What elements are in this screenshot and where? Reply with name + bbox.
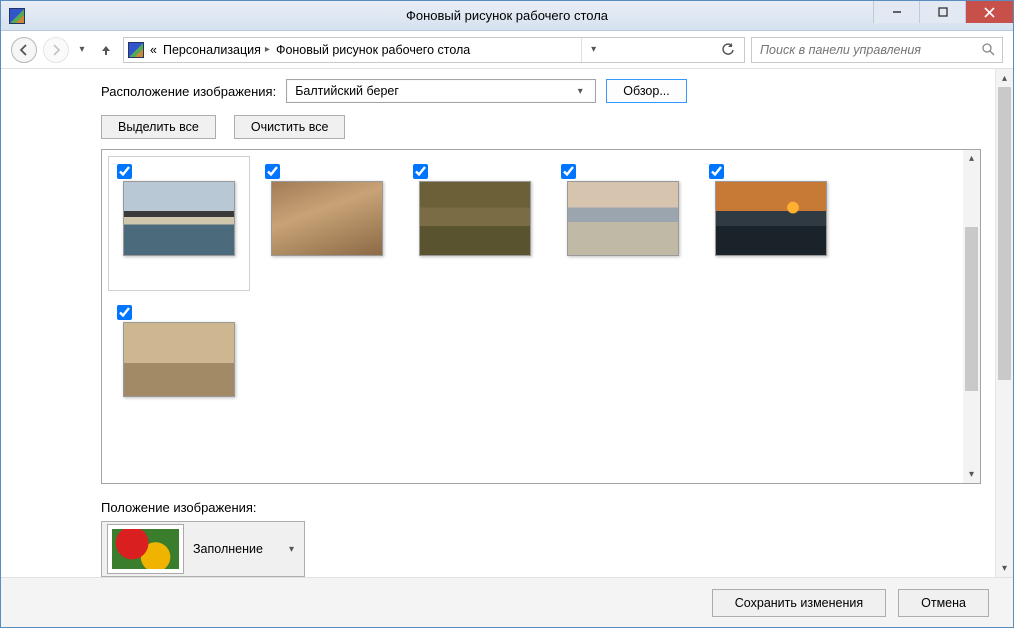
wallpaper-checkbox[interactable] — [561, 164, 576, 179]
address-bar[interactable]: « Персонализация ▸ Фоновый рисунок рабоч… — [123, 37, 745, 63]
chevron-right-icon: ▸ — [265, 44, 270, 55]
up-button[interactable] — [95, 39, 117, 61]
location-value: Балтийский берег — [295, 84, 399, 98]
breadcrumb-item[interactable]: Персонализация ▸ — [163, 43, 270, 57]
search-input[interactable] — [758, 42, 980, 58]
main-panel: Расположение изображения: Балтийский бер… — [1, 69, 995, 577]
position-preview-icon — [108, 525, 183, 573]
location-icon — [128, 42, 144, 58]
wallpaper-thumbnail — [715, 181, 827, 256]
address-dropdown[interactable]: ▾ — [581, 37, 605, 63]
position-value: Заполнение — [193, 542, 263, 556]
forward-button[interactable] — [43, 37, 69, 63]
location-row: Расположение изображения: Балтийский бер… — [101, 79, 981, 103]
wallpaper-tile[interactable] — [700, 156, 842, 291]
scroll-thumb[interactable] — [965, 227, 978, 391]
window: Фоновый рисунок рабочего стола ▾ — [0, 0, 1014, 628]
scroll-down-icon[interactable]: ▾ — [996, 559, 1013, 577]
save-button[interactable]: Сохранить изменения — [712, 589, 886, 617]
search-box[interactable] — [751, 37, 1003, 63]
wallpaper-checkbox[interactable] — [413, 164, 428, 179]
chevron-down-icon: ▾ — [289, 544, 294, 555]
navbar: ▾ « Персонализация ▸ Фоновый рисунок раб… — [1, 31, 1013, 69]
wallpaper-tile[interactable] — [108, 156, 250, 291]
clear-all-button[interactable]: Очистить все — [234, 115, 346, 139]
gallery-grid — [102, 150, 963, 483]
browse-button[interactable]: Обзор... — [606, 79, 687, 103]
content: Расположение изображения: Балтийский бер… — [1, 69, 1013, 577]
selection-row: Выделить все Очистить все — [101, 115, 981, 139]
footer: Сохранить изменения Отмена — [1, 577, 1013, 627]
scroll-down-icon[interactable]: ▾ — [963, 466, 980, 483]
cancel-button[interactable]: Отмена — [898, 589, 989, 617]
wallpaper-checkbox[interactable] — [265, 164, 280, 179]
chevron-down-icon: ▾ — [571, 86, 589, 97]
window-title: Фоновый рисунок рабочего стола — [1, 8, 1013, 23]
wallpaper-checkbox[interactable] — [117, 164, 132, 179]
gallery: ▴ ▾ — [101, 149, 981, 484]
position-label: Положение изображения: — [101, 500, 981, 515]
wallpaper-thumbnail — [419, 181, 531, 256]
position-row: Заполнение ▾ — [101, 521, 981, 577]
wallpaper-checkbox[interactable] — [709, 164, 724, 179]
search-icon[interactable] — [980, 42, 996, 58]
minimize-button[interactable] — [873, 1, 919, 23]
wallpaper-tile[interactable] — [404, 156, 546, 291]
scroll-up-icon[interactable]: ▴ — [963, 150, 980, 167]
maximize-button[interactable] — [919, 1, 965, 23]
wallpaper-thumbnail — [123, 322, 235, 397]
location-combo[interactable]: Балтийский берег ▾ — [286, 79, 596, 103]
breadcrumb-prefix: « — [150, 43, 157, 57]
select-all-button[interactable]: Выделить все — [101, 115, 216, 139]
position-combo[interactable]: Заполнение ▾ — [101, 521, 305, 577]
app-icon — [9, 8, 25, 24]
wallpaper-thumbnail — [123, 181, 235, 256]
wallpaper-tile[interactable] — [108, 297, 250, 432]
wallpaper-thumbnail — [567, 181, 679, 256]
titlebar: Фоновый рисунок рабочего стола — [1, 1, 1013, 31]
gallery-scrollbar[interactable]: ▴ ▾ — [963, 150, 980, 483]
wallpaper-tile[interactable] — [552, 156, 694, 291]
refresh-button[interactable] — [716, 37, 740, 63]
breadcrumb-item[interactable]: Фоновый рисунок рабочего стола — [276, 43, 470, 57]
scroll-up-icon[interactable]: ▴ — [996, 69, 1013, 87]
back-button[interactable] — [11, 37, 37, 63]
wallpaper-tile[interactable] — [256, 156, 398, 291]
scroll-thumb[interactable] — [998, 87, 1011, 380]
location-label: Расположение изображения: — [101, 84, 276, 99]
page-scrollbar[interactable]: ▴ ▾ — [995, 69, 1013, 577]
wallpaper-checkbox[interactable] — [117, 305, 132, 320]
history-dropdown[interactable]: ▾ — [75, 37, 89, 63]
close-button[interactable] — [965, 1, 1013, 23]
wallpaper-thumbnail — [271, 181, 383, 256]
window-controls — [873, 1, 1013, 30]
